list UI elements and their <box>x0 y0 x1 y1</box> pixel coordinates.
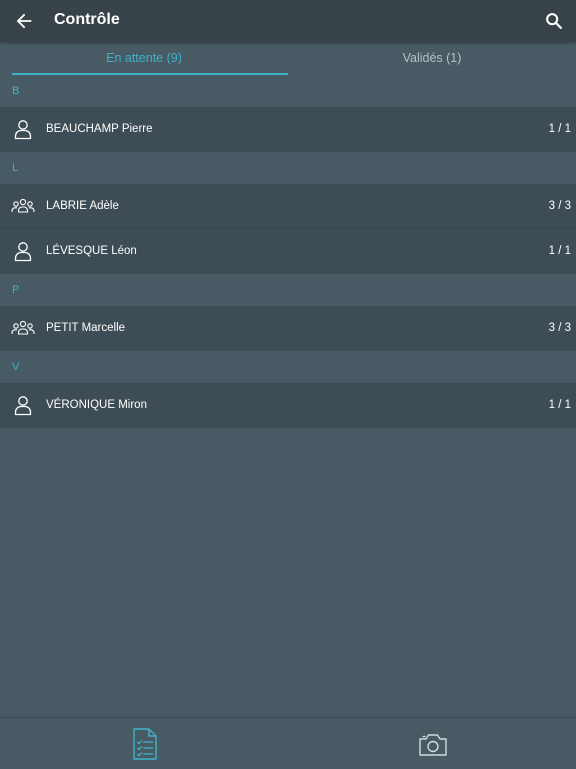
group-icon <box>11 320 35 335</box>
list-item-name: PETIT Marcelle <box>46 322 126 334</box>
section-header-v: V <box>0 351 576 383</box>
list-item[interactable]: LÉVESQUE Léon 1 / 1 <box>0 229 576 274</box>
list-item-count: 1 / 1 <box>548 399 571 411</box>
list-item[interactable]: BEAUCHAMP Pierre 1 / 1 <box>0 107 576 152</box>
list-item[interactable]: LABRIE Adèle 3 / 3 <box>0 184 576 229</box>
list-item-count: 3 / 3 <box>548 322 571 334</box>
list-item-name: BEAUCHAMP Pierre <box>46 123 153 135</box>
person-icon <box>14 242 32 262</box>
tab-pending[interactable]: En attente (9) <box>0 42 288 75</box>
list-item-count: 3 / 3 <box>548 200 571 212</box>
camera-button[interactable] <box>418 728 448 760</box>
tab-bar: En attente (9) Validés (1) <box>0 42 576 75</box>
section-header-p: P <box>0 274 576 306</box>
app-bar: Contrôle <box>0 0 576 42</box>
list-item[interactable]: PETIT Marcelle 3 / 3 <box>0 306 576 351</box>
bottom-nav <box>0 717 576 769</box>
search-icon <box>546 13 562 29</box>
group-icon <box>11 198 35 213</box>
list-item-count: 1 / 1 <box>548 123 571 135</box>
list-item-count: 1 / 1 <box>548 245 571 257</box>
page-title: Contrôle <box>54 11 120 28</box>
contact-list: B BEAUCHAMP Pierre 1 / 1 L LABRIE Adèle … <box>0 75 576 428</box>
arrow-left-icon <box>16 13 32 29</box>
list-item[interactable]: VÉRONIQUE Miron 1 / 1 <box>0 383 576 428</box>
search-button[interactable] <box>543 10 565 32</box>
person-icon <box>14 120 32 140</box>
list-item-name: LABRIE Adèle <box>46 200 119 212</box>
section-header-l: L <box>0 152 576 184</box>
tab-validated[interactable]: Validés (1) <box>288 42 576 75</box>
back-button[interactable] <box>13 10 35 32</box>
list-item-name: LÉVESQUE Léon <box>46 245 137 257</box>
section-header-b: B <box>0 75 576 107</box>
camera-icon <box>419 734 447 756</box>
checklist-icon <box>133 728 157 760</box>
person-icon <box>14 396 32 416</box>
checklist-button[interactable] <box>132 728 158 760</box>
list-item-name: VÉRONIQUE Miron <box>46 399 147 411</box>
